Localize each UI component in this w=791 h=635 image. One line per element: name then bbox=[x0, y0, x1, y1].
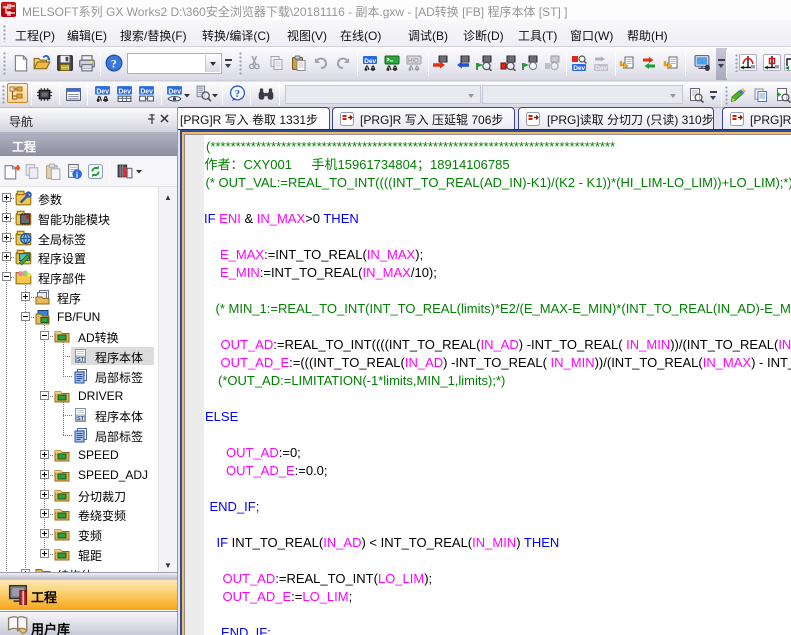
svg-text:Dev: Dev bbox=[140, 89, 153, 96]
svg-text:ST: ST bbox=[77, 357, 85, 363]
svg-text:ST: ST bbox=[77, 416, 85, 422]
svg-text:?: ? bbox=[111, 57, 117, 71]
svg-text:Dev: Dev bbox=[595, 65, 607, 71]
svg-text:?: ? bbox=[235, 89, 240, 100]
svg-text:Dev: Dev bbox=[573, 65, 585, 71]
svg-text:Dev: Dev bbox=[168, 89, 181, 96]
svg-text:Dev: Dev bbox=[118, 89, 131, 96]
svg-text:HIO: HIO bbox=[408, 59, 419, 65]
svg-text:Dev: Dev bbox=[364, 58, 376, 65]
svg-text:Dev: Dev bbox=[96, 89, 109, 96]
